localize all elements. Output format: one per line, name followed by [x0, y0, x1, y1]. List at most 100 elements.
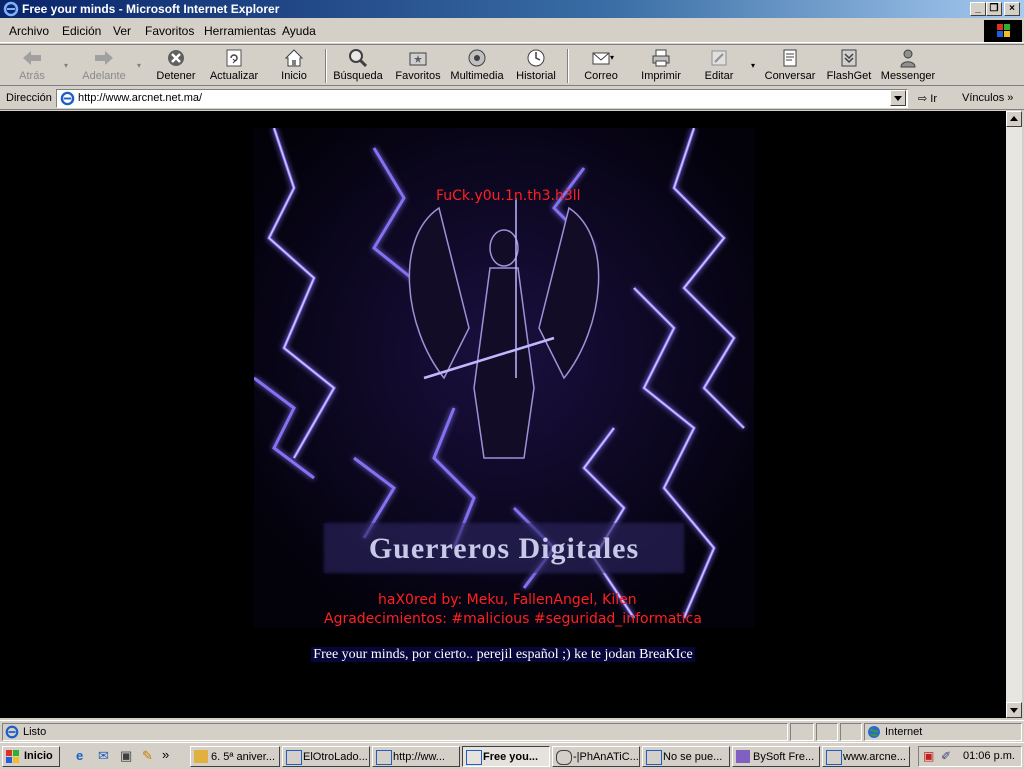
ie-page-icon: [376, 750, 392, 765]
address-url: http://www.arcnet.net.ma/: [78, 92, 203, 104]
refresh-button[interactable]: Actualizar: [206, 47, 262, 85]
print-label: Imprimir: [641, 70, 681, 82]
favorites-label: Favoritos: [395, 70, 441, 82]
back-button[interactable]: Atrás: [10, 47, 54, 85]
home-label: Inicio: [281, 70, 307, 82]
forward-label: Adelante: [82, 70, 126, 82]
history-button[interactable]: Historial: [514, 47, 558, 85]
start-label: Inicio: [24, 750, 53, 762]
toolbar-separator: [567, 49, 569, 83]
favorites-button[interactable]: Favoritos: [394, 47, 442, 85]
messenger-person-icon: [900, 49, 916, 68]
taskbar-item[interactable]: ElOtroLado...: [282, 746, 370, 767]
chevron-right-icon: »: [1007, 92, 1014, 104]
restore-button[interactable]: ❐: [986, 2, 1002, 16]
search-button[interactable]: Búsqueda: [332, 47, 384, 85]
deface-credits: haX0red by: Meku, FallenAngel, Kilen: [378, 592, 637, 608]
menu-ver[interactable]: Ver: [113, 24, 131, 38]
deface-image: Guerreros Digitales FuCk.y0u.1n.th3.h3ll…: [253, 127, 754, 628]
menu-favoritos[interactable]: Favoritos: [145, 24, 194, 38]
menu-herramientas[interactable]: Herramientas: [204, 24, 276, 38]
quick-launch-app-icon[interactable]: ✎: [142, 748, 153, 764]
messenger-label: Messenger: [880, 70, 936, 82]
media-button[interactable]: Multimedia: [449, 47, 505, 85]
mail-button[interactable]: Correo: [578, 47, 624, 85]
status-bar: Listo Internet: [0, 720, 1024, 743]
address-dropdown-icon[interactable]: [890, 90, 906, 106]
zone-text: Internet: [885, 726, 923, 738]
messenger-button[interactable]: Messenger: [880, 47, 936, 85]
back-dropdown-icon[interactable]: ▾: [64, 61, 68, 70]
clock[interactable]: 01:06 p.m.: [963, 750, 1015, 762]
links-button[interactable]: Vínculos »: [962, 92, 1013, 104]
window-title: Free your minds - Microsoft Internet Exp…: [22, 2, 280, 16]
scroll-up-icon[interactable]: [1006, 111, 1022, 127]
title-bar[interactable]: Free your minds - Microsoft Internet Exp…: [0, 0, 1024, 18]
address-bar: Dirección http://www.arcnet.net.ma/ ⇨ Ir…: [0, 87, 1024, 110]
system-tray: ▣ ✐ 01:06 p.m.: [918, 746, 1022, 767]
menu-edicion[interactable]: Edición: [62, 24, 101, 38]
status-text: Listo: [23, 726, 47, 738]
taskbar-item[interactable]: http://ww...: [372, 746, 460, 767]
status-panel-empty: [790, 723, 814, 741]
tray-pen-icon[interactable]: ✐: [941, 749, 951, 763]
forward-arrow-icon: [95, 51, 113, 65]
status-panel-empty: [840, 723, 862, 741]
go-button[interactable]: ⇨ Ir: [918, 92, 937, 105]
toolbar-separator: [325, 49, 327, 83]
print-button[interactable]: Imprimir: [638, 47, 684, 85]
forward-dropdown-icon[interactable]: ▾: [137, 61, 141, 70]
search-label: Búsqueda: [333, 70, 383, 82]
history-icon: [527, 49, 545, 67]
status-panel-empty: [816, 723, 838, 741]
discuss-button[interactable]: Conversar: [764, 47, 816, 85]
quick-launch-desktop-icon[interactable]: ▣: [120, 748, 132, 764]
chevron-right-icon[interactable]: »: [162, 747, 169, 762]
media-label: Multimedia: [450, 70, 504, 82]
edit-button[interactable]: Editar: [696, 47, 742, 85]
minimize-button[interactable]: _: [970, 2, 986, 16]
windows-flag-icon: [984, 20, 1022, 42]
chat-icon: [556, 750, 572, 765]
quick-launch-outlook-icon[interactable]: ✉: [98, 748, 109, 764]
page-ie-icon: [60, 91, 75, 106]
start-button[interactable]: Inicio: [2, 746, 60, 767]
close-button[interactable]: ×: [1004, 2, 1020, 16]
taskbar-item[interactable]: -|PhAnATiC...: [552, 746, 640, 767]
taskbar-item[interactable]: 6. 5ª aniver...: [190, 746, 280, 767]
ie-page-icon: [646, 750, 662, 765]
deface-top-text: FuCk.y0u.1n.th3.h3ll: [436, 188, 581, 204]
taskbar-item[interactable]: BySoft Fre...: [732, 746, 820, 767]
taskbar-item[interactable]: No se pue...: [642, 746, 730, 767]
app-icon: [736, 750, 750, 763]
menu-archivo[interactable]: Archivo: [9, 24, 49, 38]
taskbar-item-active[interactable]: Free you...: [462, 746, 550, 767]
ie-page-icon: [286, 750, 302, 765]
mail-icon: [592, 52, 610, 65]
quick-launch: e ✉ ▣ ✎ »: [72, 747, 172, 766]
edit-label: Editar: [704, 70, 734, 82]
deface-thanks: Agradecimientos: #malicious #seguridad_i…: [324, 611, 702, 627]
mail-label: Correo: [584, 70, 618, 82]
address-input[interactable]: http://www.arcnet.net.ma/: [56, 89, 908, 108]
home-button[interactable]: Inicio: [272, 47, 316, 85]
home-icon: [284, 49, 304, 67]
tray-monitor-icon[interactable]: ▣: [923, 749, 934, 763]
stop-button[interactable]: Detener: [151, 47, 201, 85]
windows-flag-icon: [6, 750, 19, 763]
folder-icon: [194, 750, 208, 763]
ie-logo-icon: [3, 1, 19, 17]
forward-button[interactable]: Adelante: [76, 47, 132, 85]
menu-ayuda[interactable]: Ayuda: [282, 24, 316, 38]
stop-label: Detener: [156, 70, 196, 82]
flashget-button[interactable]: FlashGet: [826, 47, 872, 85]
taskbar-item[interactable]: www.arcne...: [822, 746, 910, 767]
mail-dropdown-icon[interactable]: ▾: [610, 53, 614, 62]
flashget-label: FlashGet: [826, 70, 872, 82]
scroll-down-icon[interactable]: [1006, 702, 1022, 718]
deface-message-text: Free your minds, por cierto.. perejil es…: [311, 647, 695, 662]
edit-dropdown-icon[interactable]: ▾: [751, 61, 755, 70]
links-label: Vínculos: [962, 92, 1005, 104]
quick-launch-ie-icon[interactable]: e: [76, 748, 83, 763]
vertical-scrollbar[interactable]: [1006, 111, 1022, 718]
